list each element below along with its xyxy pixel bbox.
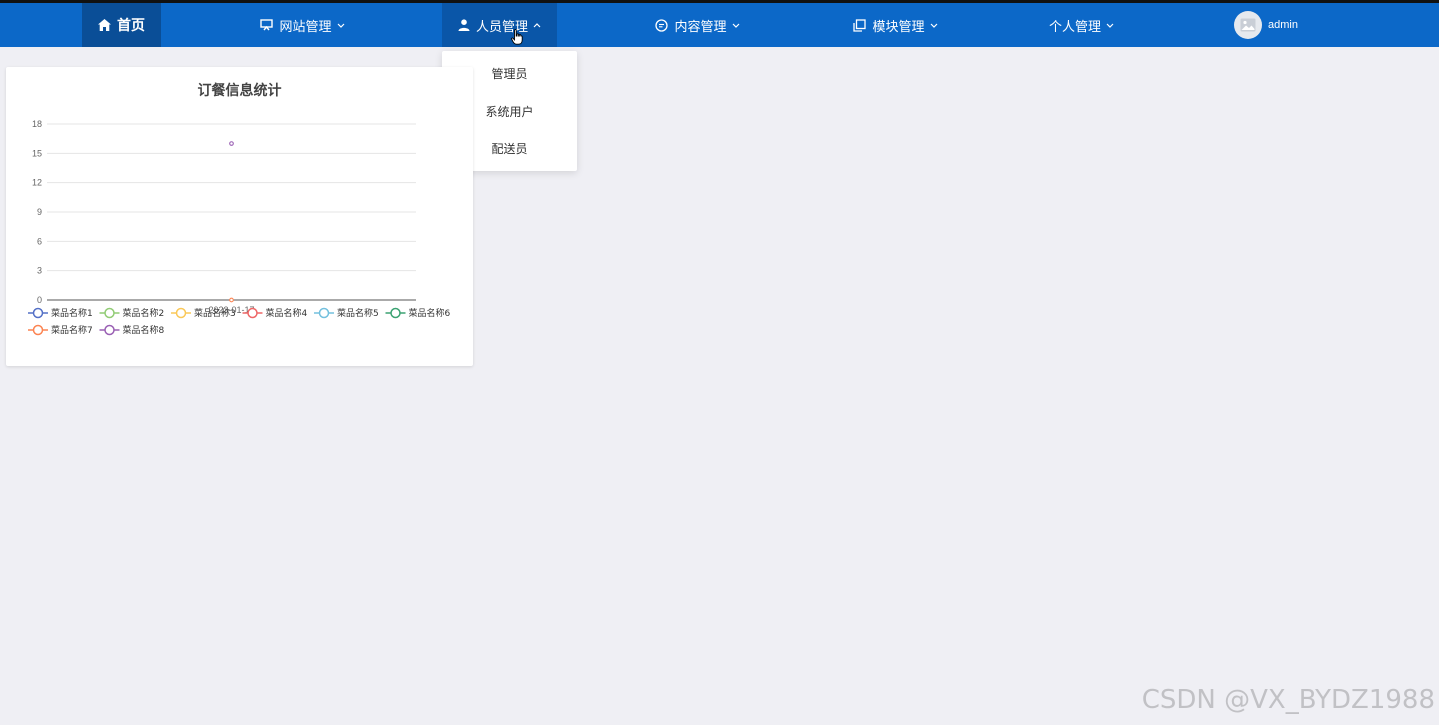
legend-marker [104, 324, 115, 336]
nav-content-management[interactable]: 内容管理 [640, 3, 755, 47]
image-placeholder-icon [1240, 18, 1256, 32]
user-menu[interactable]: admin [1234, 3, 1314, 47]
nav-content-management-label: 内容管理 [674, 18, 727, 34]
legend-marker [32, 324, 44, 336]
hand-cursor-icon [511, 29, 523, 48]
nav-website-management[interactable]: 网站管理 [245, 3, 360, 47]
nav-home-label: 首页 [117, 17, 145, 33]
legend-label: 菜品名称1 [51, 307, 93, 319]
nav-personal-management[interactable]: 个人管理 [1024, 3, 1139, 47]
nav-personnel-management[interactable]: 人员管理 [442, 3, 557, 47]
watermark: CSDN @VX_BYDZ1988 [1141, 685, 1435, 715]
legend-marker [318, 307, 330, 319]
y-tick-label: 6 [37, 236, 42, 246]
legend-label: 菜品名称5 [337, 307, 379, 319]
avatar [1234, 11, 1262, 39]
chat-bubble-icon [655, 18, 669, 32]
chevron-down-icon [732, 23, 740, 28]
order-statistics-chart: 03691215182023-01-17菜品名称1 菜品名称2 菜品名称3 菜品名称4… [28, 119, 451, 336]
legend-marker [175, 307, 187, 319]
legend-marker [104, 307, 115, 319]
y-tick-label: 18 [32, 119, 42, 129]
user-icon [458, 19, 470, 31]
order-statistics-card: 订餐信息统计 0 3 6 9 12 15 18 2023-01-17 菜品名称1 菜品名称2 菜品名… [6, 67, 473, 366]
nav-personal-management-label: 个人管理 [1048, 18, 1101, 34]
nav-module-management[interactable]: 模块管理 [838, 3, 953, 47]
nav-home[interactable]: 首页 [82, 3, 161, 47]
y-tick-label: 15 [32, 148, 42, 158]
chevron-up-icon [533, 22, 541, 28]
data-point [229, 141, 234, 146]
legend-marker [32, 307, 44, 319]
legend-label: 菜品名称7 [51, 324, 93, 336]
copy-icon [853, 18, 867, 32]
y-tick-label: 9 [37, 207, 42, 217]
data-point [229, 297, 234, 303]
legend-marker [390, 307, 401, 319]
nav-module-management-label: 模块管理 [872, 18, 925, 34]
top-navbar: 首页 网站管理 人员管理 内容管理 模块管理 个人管理 admin [0, 3, 1439, 47]
legend-label: 菜品名称4 [266, 307, 308, 319]
y-tick-label: 3 [37, 266, 42, 276]
legend-label: 菜品名称3 [194, 307, 236, 319]
monitor-icon [260, 19, 274, 31]
chevron-down-icon [337, 23, 345, 28]
legend-label: 菜品名称2 [123, 307, 165, 319]
nav-website-management-label: 网站管理 [279, 18, 332, 34]
legend-label: 菜品名称8 [123, 324, 165, 336]
chevron-down-icon [1106, 23, 1114, 28]
user-name: admin [1268, 19, 1298, 31]
chevron-down-icon [930, 23, 938, 28]
legend-marker [247, 307, 258, 319]
legend-label: 菜品名称6 [409, 307, 451, 319]
y-tick-label: 0 [37, 295, 42, 305]
home-icon [98, 19, 111, 31]
y-tick-label: 12 [32, 178, 42, 188]
